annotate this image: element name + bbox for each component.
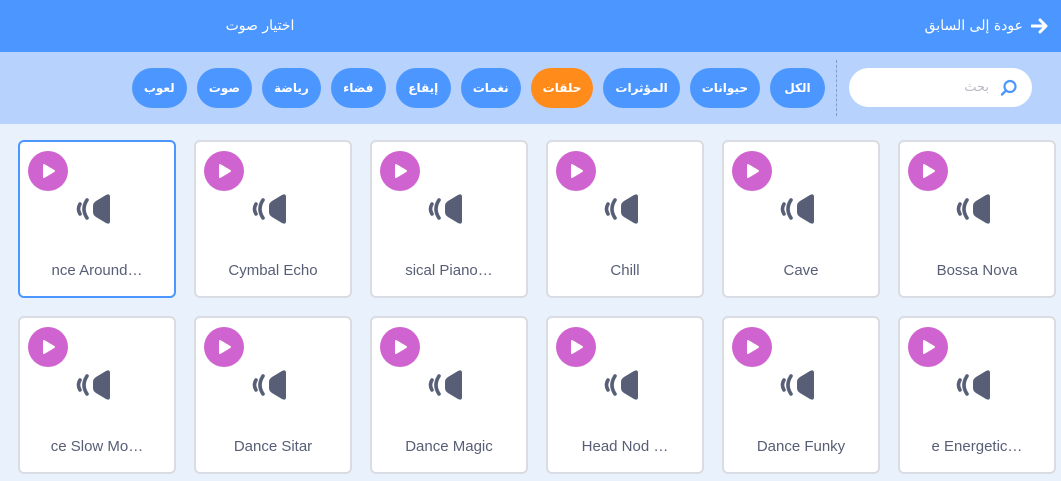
play-button[interactable] xyxy=(556,327,596,367)
sound-card[interactable]: Head Nod … xyxy=(546,316,704,474)
speaker-icon xyxy=(780,194,814,224)
play-icon xyxy=(747,340,759,354)
play-button[interactable] xyxy=(380,327,420,367)
sound-name: nce Around… xyxy=(51,262,143,279)
sound-name: Dance Magic xyxy=(405,438,493,455)
speaker-icon xyxy=(780,370,814,400)
back-label: عودة إلى السابق xyxy=(924,18,1023,34)
tag-button[interactable]: إيقاع xyxy=(395,68,451,108)
play-button[interactable] xyxy=(28,151,68,191)
sound-name: ce Slow Mo… xyxy=(50,438,144,455)
speaker-icon xyxy=(956,194,990,224)
tag-button[interactable]: الكل xyxy=(770,68,825,108)
speaker-icon xyxy=(604,370,638,400)
sound-name: Head Nod … xyxy=(581,438,669,455)
sound-name: Dance Funky xyxy=(756,438,846,455)
tag-button[interactable]: حيوانات xyxy=(689,68,760,108)
speaker-icon xyxy=(428,194,462,224)
speaker-icon xyxy=(604,194,638,224)
speaker-icon xyxy=(428,370,462,400)
play-icon xyxy=(43,164,55,178)
play-icon xyxy=(219,340,231,354)
play-icon xyxy=(923,164,935,178)
search-icon xyxy=(1000,79,1017,96)
sound-card[interactable]: Dance Funky xyxy=(722,316,880,474)
sound-card[interactable]: ce Slow Mo… xyxy=(18,316,176,474)
sound-card[interactable]: Cave xyxy=(722,140,880,298)
sound-name: Cave xyxy=(783,262,819,279)
tag-button[interactable]: رياضة xyxy=(261,68,321,108)
sound-name: Dance Sitar xyxy=(233,438,313,455)
play-icon xyxy=(923,340,935,354)
speaker-icon xyxy=(76,370,110,400)
search-box[interactable] xyxy=(849,68,1032,107)
back-button[interactable]: عودة إلى السابق xyxy=(925,0,1049,52)
play-button[interactable] xyxy=(908,327,948,367)
arrow-right-icon xyxy=(1031,18,1048,34)
play-button[interactable] xyxy=(28,327,68,367)
play-button[interactable] xyxy=(908,151,948,191)
play-button[interactable] xyxy=(380,151,420,191)
tag-button[interactable]: فضاء xyxy=(330,68,386,108)
sound-name: Cymbal Echo xyxy=(228,262,318,279)
play-icon xyxy=(219,164,231,178)
search-input[interactable] xyxy=(857,72,989,103)
tag-button[interactable]: لعوب xyxy=(131,68,187,108)
filter-bar: الكلحيواناتالمؤثراتحلقاتنغماتإيقاعفضاءري… xyxy=(0,52,1061,124)
speaker-icon xyxy=(252,370,286,400)
speaker-icon xyxy=(76,194,110,224)
tag-button[interactable]: نغمات xyxy=(460,68,521,108)
speaker-icon xyxy=(252,194,286,224)
play-icon xyxy=(395,340,407,354)
play-button[interactable] xyxy=(204,151,244,191)
page-title: اختيار صوت xyxy=(225,18,295,34)
sound-name: sical Piano… xyxy=(405,262,493,279)
speaker-icon xyxy=(956,370,990,400)
sound-card[interactable]: Bossa Nova xyxy=(898,140,1056,298)
play-icon xyxy=(571,340,583,354)
tag-button[interactable]: حلقات xyxy=(530,68,594,108)
sound-card[interactable]: e Energetic… xyxy=(898,316,1056,474)
play-button[interactable] xyxy=(732,327,772,367)
play-button[interactable] xyxy=(204,327,244,367)
tag-list: الكل حيوانات المؤثرات حلقات نغمات إيقاع فضاء ري… xyxy=(131,68,825,108)
tag-button[interactable]: المؤثرات xyxy=(603,68,680,108)
play-icon xyxy=(571,164,583,178)
tag-button[interactable]: صوت xyxy=(196,68,252,108)
sound-card[interactable]: Dance Magic xyxy=(370,316,528,474)
play-icon xyxy=(395,164,407,178)
sound-card[interactable]: Chill xyxy=(546,140,704,298)
filter-divider xyxy=(836,60,837,116)
play-icon xyxy=(43,340,55,354)
play-icon xyxy=(747,164,759,178)
header-bar: عودة إلى السابق اختيار صوت xyxy=(0,0,1061,52)
sound-card[interactable]: sical Piano… xyxy=(370,140,528,298)
sound-card[interactable]: nce Around… xyxy=(18,140,176,298)
sound-name: Bossa Nova xyxy=(936,262,1018,279)
sound-card[interactable]: Cymbal Echo xyxy=(194,140,352,298)
sound-card[interactable]: Dance Sitar xyxy=(194,316,352,474)
sound-grid: Bossa Nova Cave Chill sical Piano… Cymbal Ec… xyxy=(6,140,1056,474)
sound-name: e Energetic… xyxy=(931,438,1023,455)
play-button[interactable] xyxy=(556,151,596,191)
sound-name: Chill xyxy=(610,262,640,279)
play-button[interactable] xyxy=(732,151,772,191)
